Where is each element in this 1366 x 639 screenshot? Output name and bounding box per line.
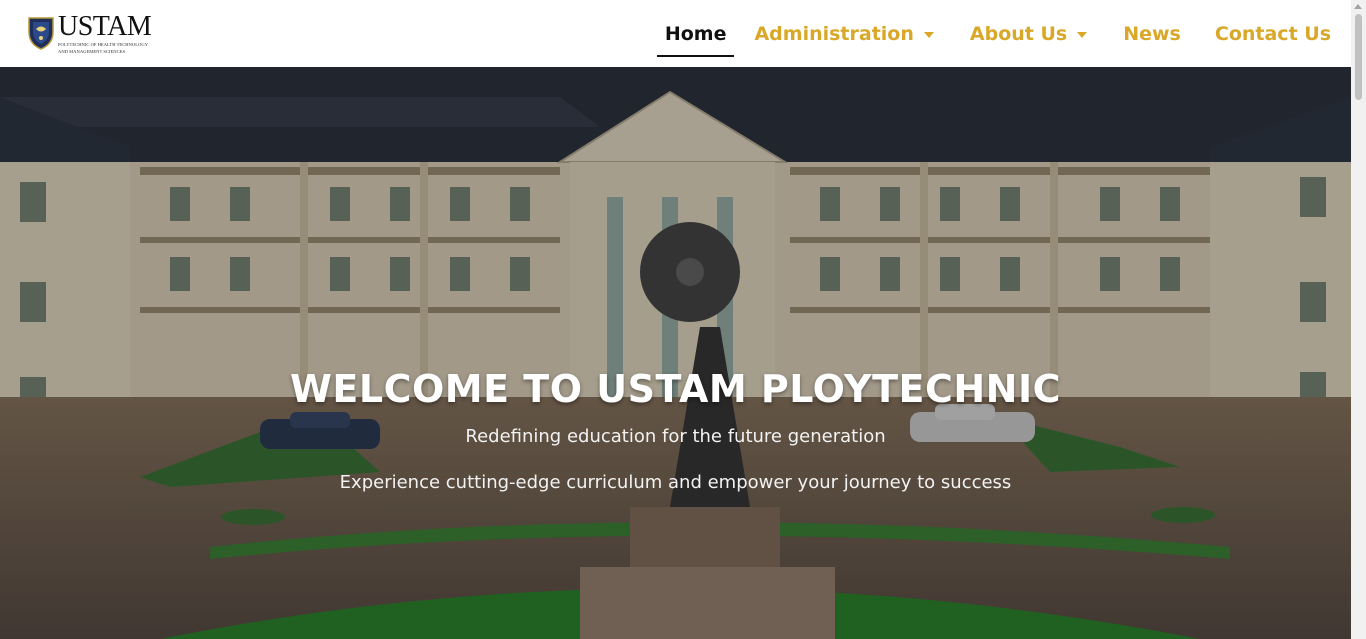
hero-banner: WELCOME TO USTAM PLOYTECHNIC Redefining … bbox=[0, 67, 1351, 639]
chevron-down-icon bbox=[923, 31, 934, 38]
nav-about-us-label: About Us bbox=[969, 22, 1068, 45]
nav-news[interactable]: News bbox=[1123, 0, 1181, 67]
brand-text: USTAM Polytechnic of Health Technology a… bbox=[58, 11, 152, 55]
hero-title: WELCOME TO USTAM PLOYTECHNIC bbox=[290, 367, 1061, 411]
brand-subtitle-line1: Polytechnic of Health Technology bbox=[58, 42, 149, 47]
nav-home[interactable]: Home bbox=[656, 0, 735, 67]
brand-name: USTAM bbox=[58, 11, 152, 42]
nav-administration-label: Administration bbox=[754, 22, 914, 45]
hero-subtitle: Redefining education for the future gene… bbox=[465, 426, 886, 447]
brand-subtitle-line2: and Management Sciences bbox=[58, 49, 126, 55]
page-scrollbar[interactable] bbox=[1351, 0, 1366, 639]
chevron-down-icon bbox=[1077, 31, 1088, 38]
scroll-up-arrow-icon[interactable] bbox=[1354, 4, 1362, 9]
brand-logo[interactable]: USTAM Polytechnic of Health Technology a… bbox=[27, 11, 157, 55]
nav-contact-us[interactable]: Contact Us bbox=[1215, 0, 1331, 67]
nav-about-us[interactable]: About Us bbox=[969, 0, 1088, 67]
hero-description: Experience cutting-edge curriculum and e… bbox=[339, 472, 1012, 493]
hero-content: WELCOME TO USTAM PLOYTECHNIC Redefining … bbox=[0, 67, 1351, 639]
scrollbar-thumb[interactable] bbox=[1355, 14, 1362, 100]
navbar: USTAM Polytechnic of Health Technology a… bbox=[0, 0, 1351, 67]
nav-administration[interactable]: Administration bbox=[754, 0, 934, 67]
shield-crest-icon bbox=[28, 17, 54, 50]
main-nav: Home Administration About Us News Contac… bbox=[656, 0, 1331, 67]
